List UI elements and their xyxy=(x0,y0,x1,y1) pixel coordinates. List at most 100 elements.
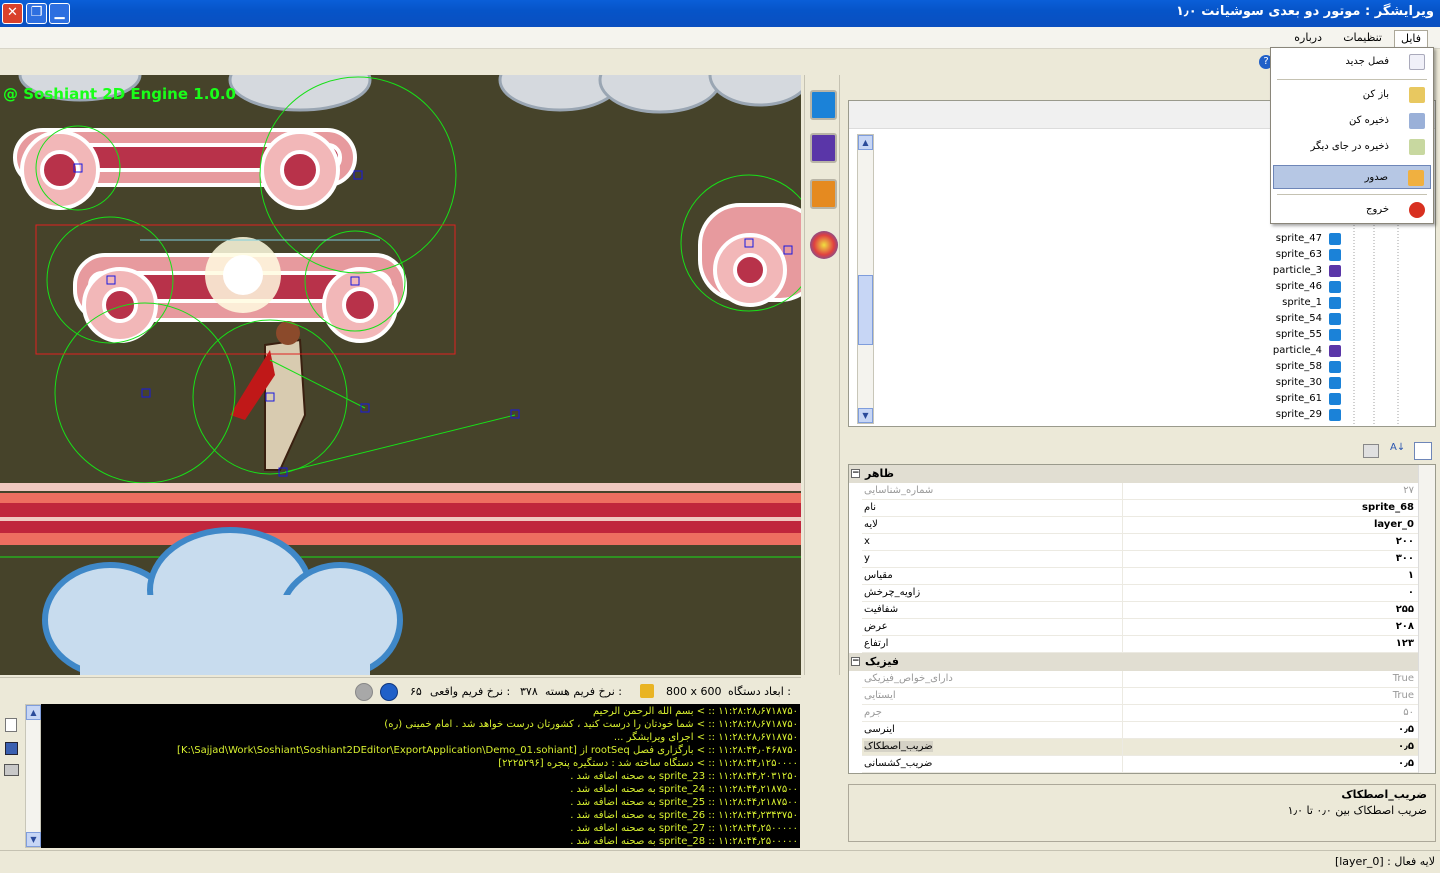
play-button[interactable] xyxy=(355,683,373,701)
property-value[interactable]: ۰٫۵ xyxy=(1398,724,1414,735)
menu-item-open[interactable]: باز کن xyxy=(1273,83,1431,107)
property-column-divider[interactable] xyxy=(1122,739,1123,755)
property-column-divider[interactable] xyxy=(1122,483,1123,499)
property-column-divider[interactable] xyxy=(1122,568,1123,584)
property-row[interactable]: ایستایی True xyxy=(862,688,1418,705)
object-list-item[interactable]: sprite_1 xyxy=(1260,295,1322,311)
menu-item-exit[interactable]: خروج xyxy=(1273,198,1431,222)
property-row[interactable]: جرم ۵۰ xyxy=(862,705,1418,722)
menu-settings[interactable]: تنظیمات xyxy=(1337,30,1388,48)
property-row[interactable]: ارتفاع ۱۲۳ xyxy=(862,636,1418,653)
pause-button[interactable] xyxy=(380,683,398,701)
property-row[interactable]: ضریب_اصطکاک ۰٫۵ xyxy=(862,739,1418,756)
property-value[interactable]: ۲۵۵ xyxy=(1396,604,1414,615)
menu-item-export[interactable]: صدور xyxy=(1273,165,1431,189)
property-row[interactable]: عرض ۲۰۸ xyxy=(862,619,1418,636)
property-value[interactable]: ۱۲۳ xyxy=(1396,638,1414,649)
close-window-button[interactable]: ✕ xyxy=(2,3,23,24)
property-column-divider[interactable] xyxy=(1122,756,1123,772)
property-value[interactable]: True xyxy=(1393,673,1414,684)
lock-icon[interactable] xyxy=(640,684,654,698)
property-column-divider[interactable] xyxy=(1122,500,1123,516)
property-value[interactable]: ۱ xyxy=(1408,570,1414,581)
new-doc-icon[interactable] xyxy=(5,718,17,732)
object-list-item[interactable]: sprite_47 xyxy=(1260,231,1322,247)
object-list-item[interactable]: sprite_29 xyxy=(1260,407,1322,423)
sprite-tool-icon[interactable] xyxy=(810,90,837,120)
save-disk-icon[interactable] xyxy=(5,742,18,755)
category-appearance[interactable]: − ظاهر xyxy=(849,465,1419,483)
property-row[interactable]: نام sprite_68 xyxy=(862,500,1418,517)
property-value[interactable]: True xyxy=(1393,690,1414,701)
collapse-icon[interactable]: − xyxy=(851,469,860,478)
property-pages-icon[interactable] xyxy=(1363,444,1379,458)
restore-window-button[interactable]: ❐ xyxy=(26,3,47,24)
scene-viewport[interactable]: @ Soshiant 2D Engine 1.0.0 xyxy=(0,75,801,675)
property-column-divider[interactable] xyxy=(1122,671,1123,687)
particle-tool-icon[interactable] xyxy=(810,133,837,163)
property-value[interactable]: sprite_68 xyxy=(1362,502,1414,513)
object-list-item[interactable]: sprite_46 xyxy=(1260,279,1322,295)
scroll-down-icon[interactable]: ▼ xyxy=(858,408,873,423)
property-column-divider[interactable] xyxy=(1122,517,1123,533)
object-list-item[interactable]: sprite_54 xyxy=(1260,311,1322,327)
category-physics[interactable]: − فیزیک xyxy=(849,653,1419,671)
object-list-item[interactable]: particle_3 xyxy=(1260,263,1322,279)
property-row[interactable]: لایه layer_0 xyxy=(862,517,1418,534)
color-tool-icon[interactable] xyxy=(810,231,838,259)
property-row[interactable]: شماره_شناسایی ۲۷ xyxy=(862,483,1418,500)
log-console[interactable]: ۱۱:۲۸:۲۸٫۶۷۱۸۷۵۰ :: > بسم الله الرحمن ال… xyxy=(41,704,800,848)
property-value[interactable]: ۰٫۵ xyxy=(1398,758,1414,769)
menu-item-save[interactable]: ذخیره کن xyxy=(1273,109,1431,133)
minimize-window-button[interactable]: ▁ xyxy=(49,3,70,24)
property-column-divider[interactable] xyxy=(1122,636,1123,652)
property-column-divider[interactable] xyxy=(1122,722,1123,738)
emitter-tool-icon[interactable] xyxy=(810,179,837,209)
object-list-item[interactable]: sprite_61 xyxy=(1260,391,1322,407)
property-grid-scrollbar[interactable] xyxy=(1418,465,1435,773)
sort-alpha-icon[interactable]: A↓ xyxy=(1390,442,1408,460)
property-column-divider[interactable] xyxy=(1122,551,1123,567)
property-column-divider[interactable] xyxy=(1122,534,1123,550)
property-value[interactable]: layer_0 xyxy=(1374,519,1414,530)
property-row[interactable]: ضریب_کشسانی ۰٫۵ xyxy=(862,756,1418,773)
menu-about[interactable]: درباره xyxy=(1288,30,1328,48)
property-row[interactable]: دارای_خواص_فیزیکی True xyxy=(862,671,1418,688)
property-row[interactable]: زاویه_چرخش ۰ xyxy=(862,585,1418,602)
property-value[interactable]: ۰٫۵ xyxy=(1398,741,1414,752)
property-value[interactable]: ۲۰۰ xyxy=(1396,536,1414,547)
property-row[interactable]: y ۳۰۰ xyxy=(862,551,1418,568)
object-list-scrollbar[interactable]: ▲ ▼ xyxy=(857,134,874,424)
property-column-divider[interactable] xyxy=(1122,705,1123,721)
object-list-item[interactable]: particle_4 xyxy=(1260,343,1322,359)
console-scrollbar[interactable]: ▲ ▼ xyxy=(25,704,41,848)
property-row[interactable]: اینرسی ۰٫۵ xyxy=(862,722,1418,739)
property-row[interactable]: شفافیت ۲۵۵ xyxy=(862,602,1418,619)
scroll-up-icon[interactable]: ▲ xyxy=(858,135,873,150)
property-column-divider[interactable] xyxy=(1122,619,1123,635)
print-icon[interactable] xyxy=(4,764,19,776)
property-value[interactable]: ۲۰۸ xyxy=(1396,621,1414,632)
object-list-item[interactable]: sprite_58 xyxy=(1260,359,1322,375)
property-column-divider[interactable] xyxy=(1122,585,1123,601)
scene-canvas[interactable] xyxy=(0,75,801,675)
property-column-divider[interactable] xyxy=(1122,688,1123,704)
collapse-icon[interactable]: − xyxy=(851,657,860,666)
menu-item-save-as[interactable]: ذخیره در جای دیگر xyxy=(1273,135,1431,159)
property-value[interactable]: ۵۰ xyxy=(1403,707,1414,718)
scroll-down-icon[interactable]: ▼ xyxy=(26,832,41,847)
property-row[interactable]: x ۲۰۰ xyxy=(862,534,1418,551)
property-grid[interactable]: − ظاهر شماره_شناسایی ۲۷ نام sprite_68 لایه la… xyxy=(848,464,1436,774)
menu-file[interactable]: فایل xyxy=(1393,30,1428,48)
categorized-icon[interactable] xyxy=(1414,442,1432,460)
scroll-thumb[interactable] xyxy=(858,275,873,345)
menu-item-new-chapter[interactable]: فصل جدید xyxy=(1273,50,1431,74)
object-list-item[interactable]: sprite_63 xyxy=(1260,247,1322,263)
scroll-up-icon[interactable]: ▲ xyxy=(26,705,41,720)
object-list-item[interactable]: sprite_30 xyxy=(1260,375,1322,391)
property-column-divider[interactable] xyxy=(1122,602,1123,618)
object-list-item[interactable]: sprite_55 xyxy=(1260,327,1322,343)
property-value[interactable]: ۰ xyxy=(1408,587,1414,598)
property-value[interactable]: ۲۷ xyxy=(1403,485,1414,496)
property-row[interactable]: مقیاس ۱ xyxy=(862,568,1418,585)
